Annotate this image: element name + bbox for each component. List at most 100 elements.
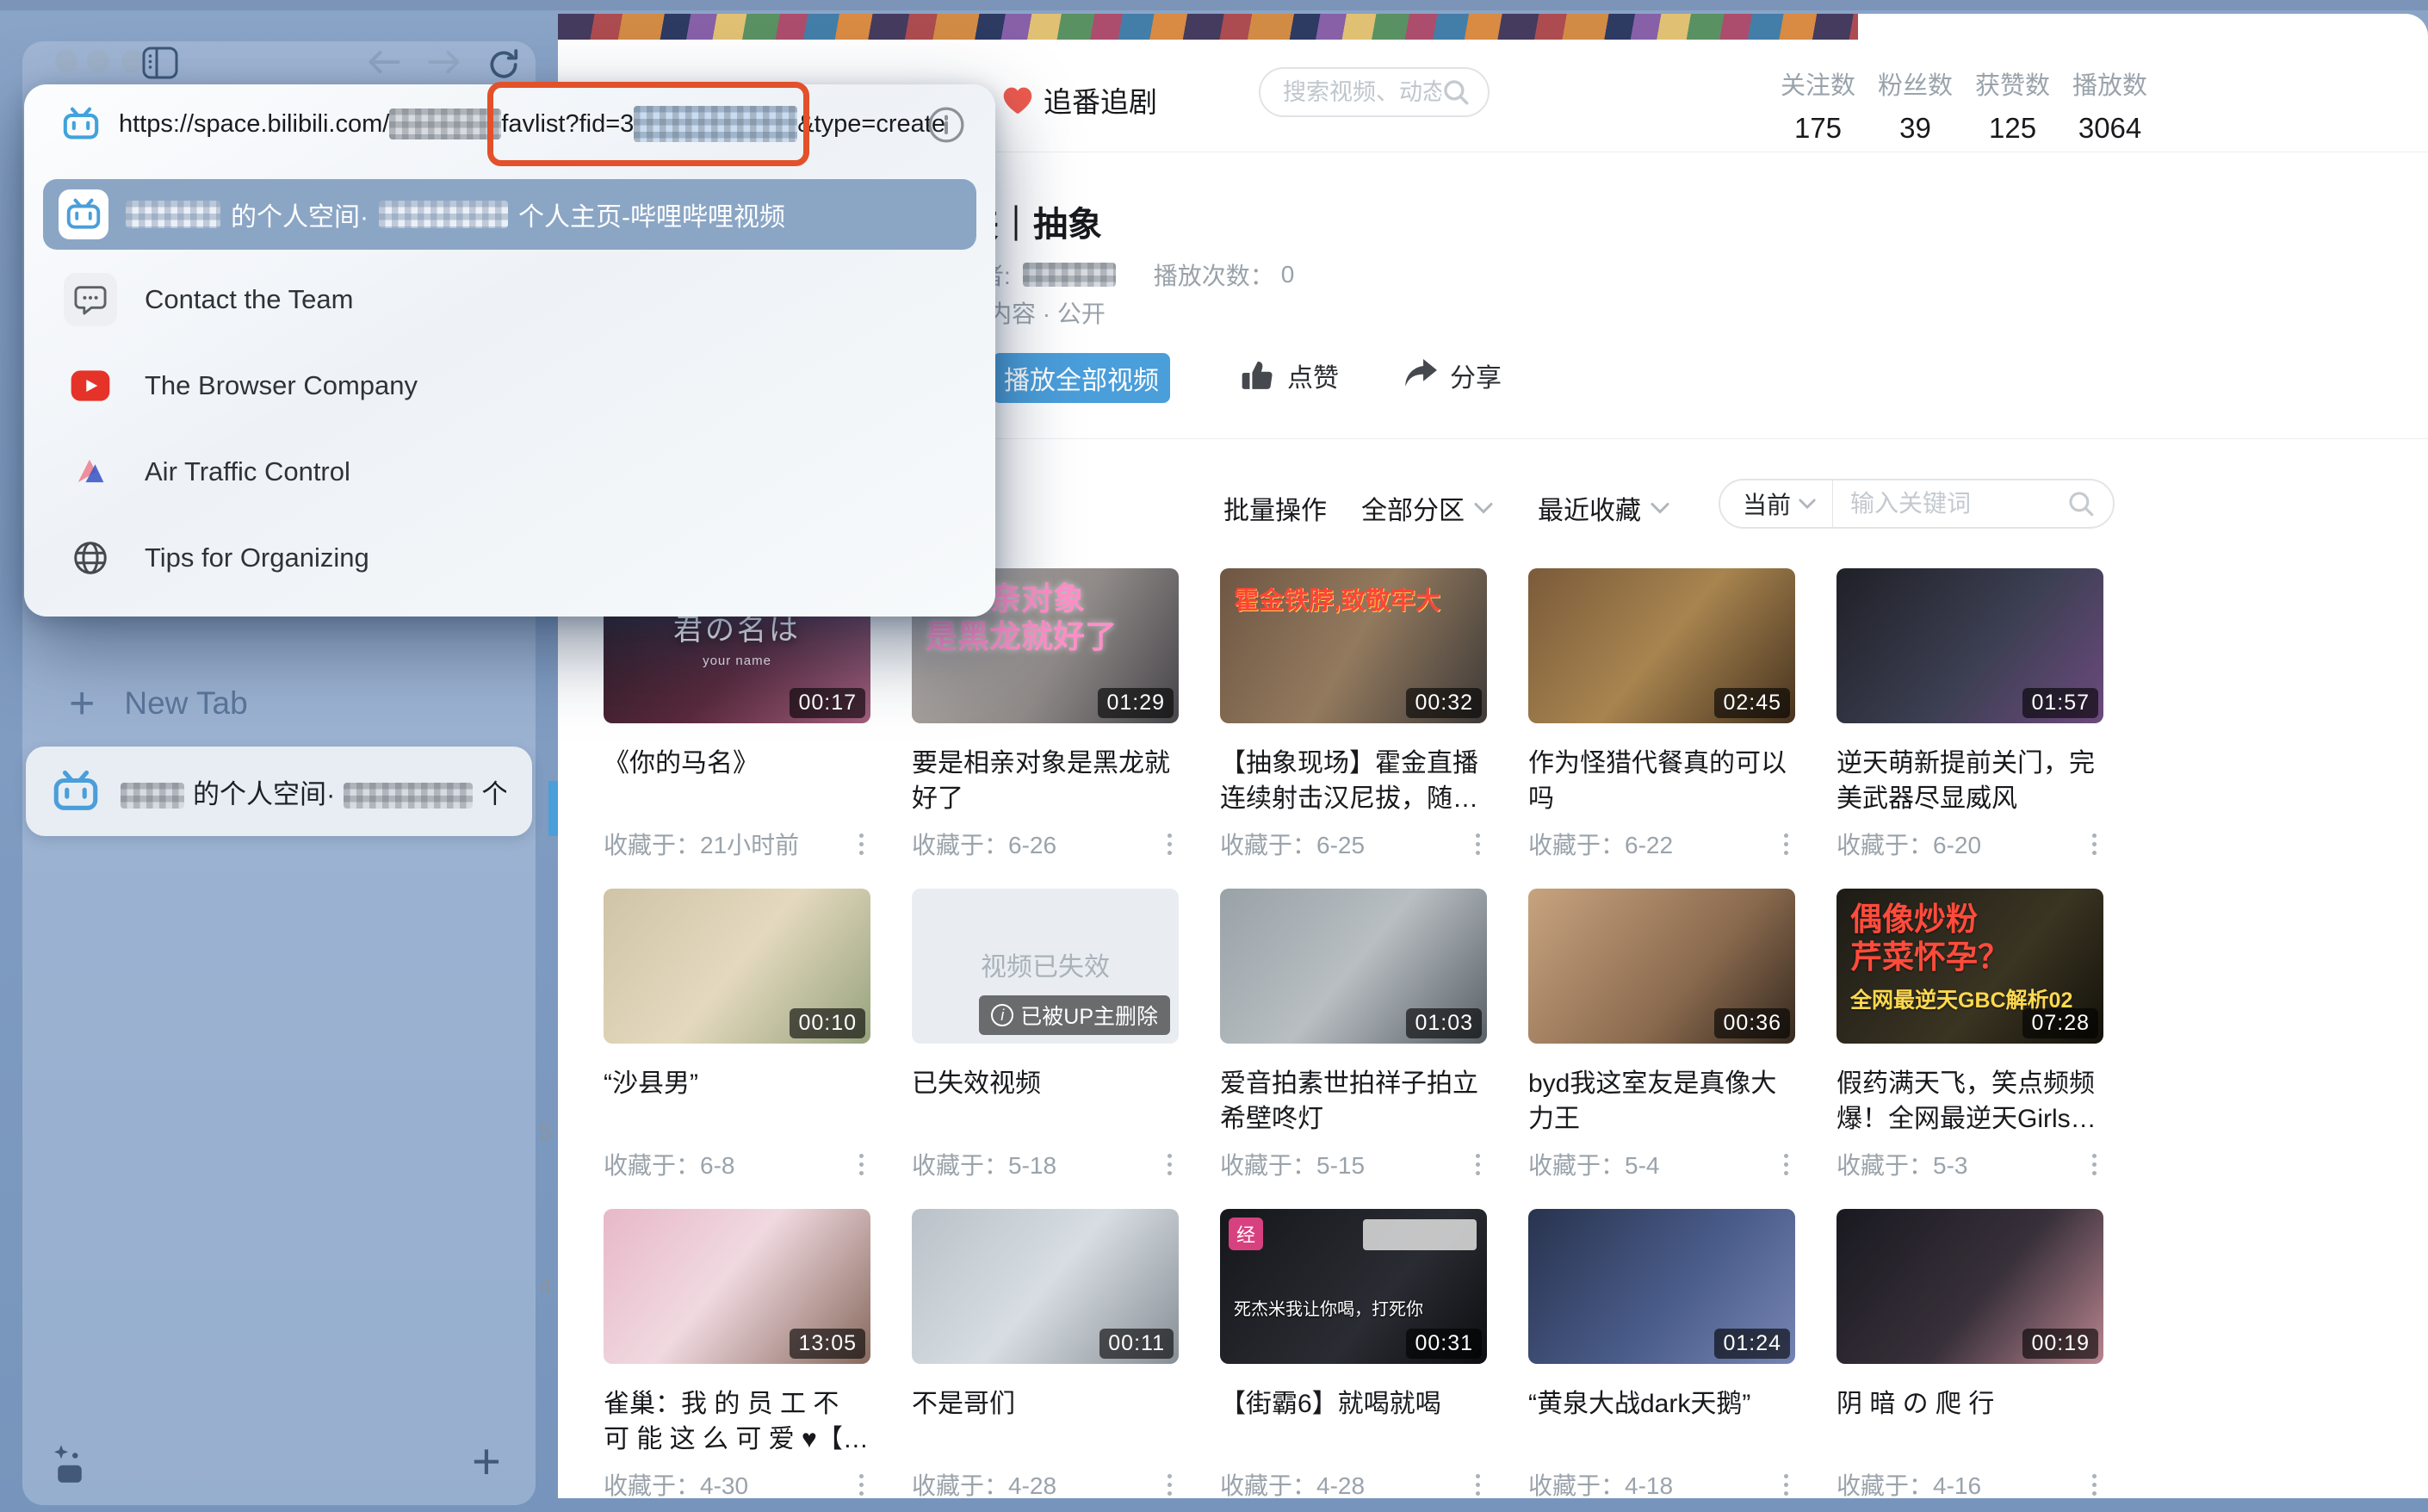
video-thumbnail[interactable]: 13:05 [604, 1209, 870, 1364]
more-menu-icon[interactable] [1777, 1150, 1795, 1179]
bilibili-favicon [62, 107, 100, 141]
more-menu-icon[interactable] [1777, 1471, 1795, 1499]
window-zoom-button[interactable] [121, 50, 144, 72]
stat-likes[interactable]: 获赞数 125 [1975, 65, 2050, 145]
sort-dropdown[interactable]: 最近收藏 [1538, 489, 1670, 527]
video-title[interactable]: 逆天萌新提前关门，完美武器尽显威风 [1836, 746, 2103, 818]
window-close-button[interactable] [55, 50, 77, 72]
info-icon[interactable] [926, 105, 966, 145]
video-card[interactable]: 霍金铁脖,致敬牢大 00:32 【抽象现场】霍金直播连续射击汉尼拔，随后直播间被… [1220, 568, 1487, 852]
keyword-input[interactable] [1833, 490, 2066, 517]
window-minimize-button[interactable] [87, 50, 109, 72]
video-card[interactable]: 00:10 “沙县男” 收藏于：6-8 [604, 889, 870, 1173]
video-thumbnail[interactable]: 偶像炒粉芹菜怀孕？全网最逆天GBC解析02 07:28 [1836, 889, 2103, 1044]
search-icon[interactable] [2066, 489, 2096, 518]
search-icon[interactable] [1441, 77, 1471, 107]
search-scope-dropdown[interactable]: 当前 [1720, 486, 1832, 521]
video-title[interactable]: 【街霸6】就喝就喝 [1220, 1386, 1487, 1459]
new-item-plus-button[interactable]: + [472, 1433, 501, 1490]
video-card[interactable]: 00:19 阴 暗 の 爬 行 收藏于：4-16 [1836, 1209, 2103, 1493]
saved-date: 收藏于：4-28 [912, 1467, 1056, 1498]
more-menu-icon[interactable] [1469, 1471, 1487, 1499]
video-card[interactable]: 视频已失效 i 已被UP主删除 已失效视频 收藏于：5-18 [912, 889, 1179, 1173]
video-thumbnail[interactable]: 01:24 [1528, 1209, 1795, 1364]
sidebar-toggle-icon[interactable] [142, 46, 178, 79]
play-all-button[interactable]: 播放全部视频 [993, 353, 1170, 403]
video-thumbnail[interactable]: 00:36 [1528, 889, 1795, 1044]
more-menu-icon[interactable] [1469, 830, 1487, 858]
video-thumbnail[interactable]: 01:03 [1220, 889, 1487, 1044]
video-title[interactable]: 雀巢：我 的 员 工 不 可 能 这 么 可 爱 ♥【二次元爆改 [604, 1386, 870, 1459]
video-title[interactable]: 《你的马名》 [604, 746, 870, 818]
video-card[interactable]: 00:36 byd我这室友是真像大力王 收藏于：5-4 [1528, 889, 1795, 1173]
video-title[interactable]: 作为怪猎代餐真的可以吗 [1528, 746, 1795, 818]
forward-button[interactable] [427, 48, 461, 76]
video-title[interactable]: 已失效视频 [912, 1066, 1179, 1138]
video-title[interactable]: 不是哥们 [912, 1386, 1179, 1459]
more-menu-icon[interactable] [1469, 1150, 1487, 1179]
video-title[interactable]: 爱音拍素世拍祥子拍立希壁咚灯 [1220, 1066, 1487, 1138]
active-tab[interactable]: 的个人空间·个人… [26, 747, 532, 836]
video-card[interactable]: 01:03 爱音拍素世拍祥子拍立希壁咚灯 收藏于：5-15 [1220, 889, 1487, 1173]
stat-plays[interactable]: 播放数 3064 [2072, 65, 2147, 145]
more-menu-icon[interactable] [1161, 1150, 1179, 1179]
stat-followers[interactable]: 粉丝数 39 [1878, 65, 1953, 145]
video-title[interactable]: 要是相亲对象是黑龙就好了 [912, 746, 1179, 818]
video-thumbnail[interactable]: 霍金铁脖,致敬牢大 00:32 [1220, 568, 1487, 723]
category-dropdown[interactable]: 全部分区 [1361, 489, 1494, 527]
video-card[interactable]: 偶像炒粉芹菜怀孕？全网最逆天GBC解析02 07:28 假药满天飞，笑点频频爆！… [1836, 889, 2103, 1173]
video-invalid-badge: i 已被UP主删除 [979, 995, 1170, 1035]
video-card[interactable]: 02:45 作为怪猎代餐真的可以吗 收藏于：6-22 [1528, 568, 1795, 852]
url-text[interactable]: https://space.bilibili.com/favlist?fid=3… [119, 106, 945, 142]
space-search-input[interactable] [1283, 79, 1441, 106]
space-search-box[interactable] [1259, 67, 1490, 117]
video-thumbnail[interactable]: 00:11 [912, 1209, 1179, 1364]
library-icon[interactable] [48, 1445, 91, 1488]
video-duration-badge: 01:03 [1406, 1008, 1482, 1038]
video-thumbnail[interactable]: 经死杰米我让你喝，打死你 00:31 [1220, 1209, 1487, 1364]
suggestion-tips-organizing[interactable]: Tips for Organizing [24, 515, 995, 601]
new-tab-button[interactable]: + New Tab [69, 685, 248, 722]
more-menu-icon[interactable] [852, 830, 870, 858]
video-title[interactable]: 【抽象现场】霍金直播连续射击汉尼拔，随后直播间被封 [1220, 746, 1487, 818]
video-card[interactable]: 经死杰米我让你喝，打死你 00:31 【街霸6】就喝就喝 收藏于：4-28 [1220, 1209, 1487, 1493]
more-menu-icon[interactable] [1777, 830, 1795, 858]
more-menu-icon[interactable] [2085, 1150, 2103, 1179]
video-thumbnail[interactable]: 00:19 [1836, 1209, 2103, 1364]
video-thumbnail[interactable]: 01:57 [1836, 568, 2103, 723]
suggestion-air-traffic-control[interactable]: Air Traffic Control [24, 429, 995, 515]
video-thumbnail[interactable]: 00:10 [604, 889, 870, 1044]
video-title[interactable]: “沙县男” [604, 1066, 870, 1138]
share-button[interactable]: 分享 [1402, 356, 1502, 394]
like-button[interactable]: 点赞 [1239, 356, 1339, 394]
more-menu-icon[interactable] [1161, 1471, 1179, 1499]
thumbnail-overlay-text: 偶像炒粉 [1850, 901, 1978, 939]
more-menu-icon[interactable] [852, 1471, 870, 1499]
more-menu-icon[interactable] [2085, 1471, 2103, 1499]
video-title[interactable]: byd我这室友是真像大力王 [1528, 1066, 1795, 1138]
video-title[interactable]: “黄泉大战dark天鹅” [1528, 1386, 1795, 1459]
video-title[interactable]: 假药满天飞，笑点频频爆！全网最逆天Girls Band Cry解析 [1836, 1066, 2103, 1138]
video-card[interactable]: 13:05 雀巢：我 的 员 工 不 可 能 这 么 可 爱 ♥【二次元爆改 收… [604, 1209, 870, 1493]
more-menu-icon[interactable] [1161, 830, 1179, 858]
video-duration-badge: 00:17 [790, 688, 865, 718]
stat-following[interactable]: 关注数 175 [1781, 65, 1855, 145]
video-card[interactable]: 01:57 逆天萌新提前关门，完美武器尽显威风 收藏于：6-20 [1836, 568, 2103, 852]
video-duration-badge: 01:57 [2022, 688, 2098, 718]
suggestion-browser-company[interactable]: The Browser Company [24, 343, 995, 429]
suggestion-selected[interactable]: 的个人空间·个人主页-哔哩哔哩视频 [43, 179, 976, 250]
video-thumbnail[interactable]: 02:45 [1528, 568, 1795, 723]
batch-operate-button[interactable]: 批量操作 [1223, 489, 1327, 527]
video-card[interactable]: 01:24 “黄泉大战dark天鹅” 收藏于：4-18 [1528, 1209, 1795, 1493]
more-menu-icon[interactable] [2085, 830, 2103, 858]
video-title[interactable]: 阴 暗 の 爬 行 [1836, 1386, 2103, 1459]
more-menu-icon[interactable] [852, 1150, 870, 1179]
video-thumbnail[interactable]: 视频已失效 i 已被UP主删除 [912, 889, 1179, 1044]
url-bar[interactable]: https://space.bilibili.com/favlist?fid=3… [24, 84, 995, 164]
suggestion-contact-team[interactable]: Contact the Team [24, 257, 995, 343]
video-card[interactable]: 00:11 不是哥们 收藏于：4-28 [912, 1209, 1179, 1493]
video-duration-badge: 02:45 [1714, 688, 1790, 718]
refresh-button[interactable] [487, 48, 520, 81]
nav-bangumi[interactable]: 追番追剧 [1000, 79, 1157, 121]
back-button[interactable] [367, 48, 401, 76]
